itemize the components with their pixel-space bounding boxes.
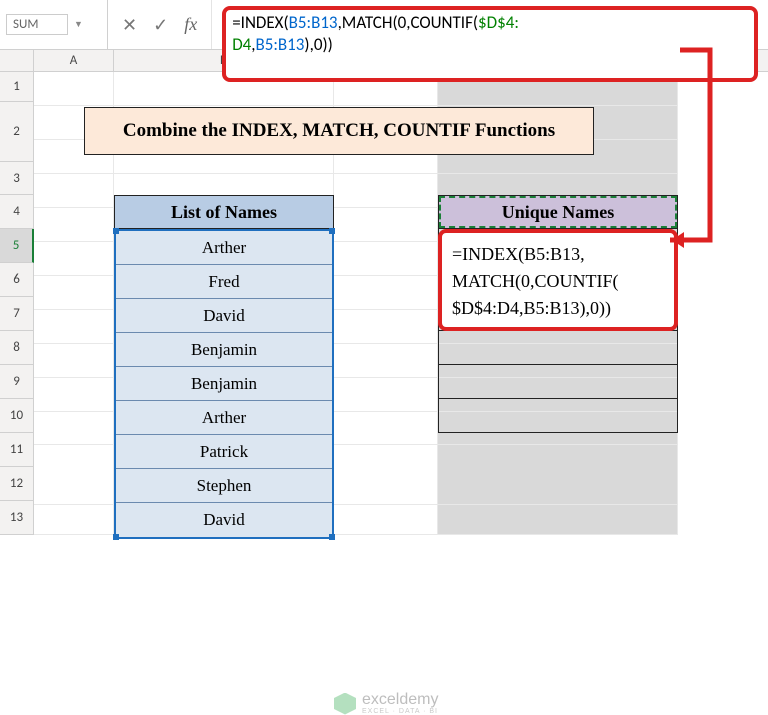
active-cell-formula[interactable]: =INDEX(B5:B13,MATCH(0,COUNTIF($D$4:D4,B5… [438, 229, 678, 331]
cell[interactable] [34, 505, 114, 535]
cell[interactable] [334, 174, 438, 208]
cell[interactable] [334, 344, 438, 378]
cell[interactable] [34, 208, 114, 242]
cell[interactable] [34, 310, 114, 344]
list-item[interactable]: Benjamin [116, 367, 332, 401]
cell[interactable] [34, 378, 114, 412]
row-header-11[interactable]: 11 [0, 433, 33, 467]
name-box[interactable]: SUM [6, 14, 68, 35]
cell[interactable] [34, 242, 114, 276]
row-header-3[interactable]: 3 [0, 162, 33, 195]
row-header-8[interactable]: 8 [0, 331, 33, 365]
row-header-9[interactable]: 9 [0, 365, 33, 399]
watermark-tagline: EXCEL · DATA · BI [362, 708, 438, 715]
row-header-1[interactable]: 1 [0, 72, 33, 102]
list-item[interactable]: David [116, 299, 332, 333]
row-header-13[interactable]: 13 [0, 501, 33, 535]
cell[interactable] [334, 208, 438, 242]
cell[interactable] [334, 445, 438, 505]
cell[interactable] [334, 242, 438, 276]
formula-bar-text[interactable]: =INDEX(B5:B13,MATCH(0,COUNTIF($D$4:D4,B5… [222, 6, 758, 82]
names-table: List of Names ArtherFredDavidBenjaminBen… [114, 195, 334, 539]
unique-table: Unique Names =INDEX(B5:B13,MATCH(0,COUNT… [438, 195, 678, 433]
select-all-corner[interactable] [0, 50, 34, 71]
range-handle-icon [329, 534, 335, 540]
col-header-A[interactable]: A [34, 50, 114, 71]
names-header: List of Names [114, 195, 334, 229]
range-handle-icon [113, 534, 119, 540]
cell[interactable] [34, 412, 114, 445]
unique-header-label: Unique Names [502, 202, 615, 222]
list-item[interactable]: Fred [116, 265, 332, 299]
enter-icon[interactable]: ✓ [153, 14, 168, 36]
names-body: ArtherFredDavidBenjaminBenjaminArtherPat… [114, 229, 334, 539]
watermark-brand: exceldemy [362, 692, 438, 708]
formula-bar[interactable]: =INDEX(B5:B13,MATCH(0,COUNTIF($D$4:D4,B5… [212, 0, 768, 49]
cell[interactable] [34, 174, 114, 208]
formula-bar-area: SUM ▼ ✕ ✓ fx =INDEX(B5:B13,MATCH(0,COUNT… [0, 0, 768, 50]
watermark-logo-icon [334, 693, 356, 715]
page-title: Combine the INDEX, MATCH, COUNTIF Functi… [84, 107, 594, 155]
list-item[interactable]: Patrick [116, 435, 332, 469]
unique-cell[interactable] [439, 365, 677, 399]
unique-cell[interactable] [439, 331, 677, 365]
row-header-10[interactable]: 10 [0, 399, 33, 433]
range-handle-icon [329, 228, 335, 234]
cell[interactable] [34, 445, 114, 505]
unique-cell[interactable] [439, 399, 677, 433]
list-item[interactable]: Arther [116, 231, 332, 265]
cell[interactable] [334, 310, 438, 344]
row-header-2[interactable]: 2 [0, 102, 33, 162]
cell[interactable] [438, 505, 678, 535]
list-item[interactable]: David [116, 503, 332, 537]
cell[interactable] [438, 445, 678, 505]
row-header-5[interactable]: 5 [0, 229, 34, 263]
cell[interactable] [34, 344, 114, 378]
cell[interactable] [334, 378, 438, 412]
cells-area[interactable]: Combine the INDEX, MATCH, COUNTIF Functi… [34, 72, 768, 535]
row-header-4[interactable]: 4 [0, 195, 33, 229]
watermark: exceldemy EXCEL · DATA · BI [334, 692, 438, 715]
cell[interactable] [334, 412, 438, 445]
formula-bar-buttons: ✕ ✓ fx [108, 0, 212, 49]
cell[interactable] [34, 72, 114, 106]
row-header-7[interactable]: 7 [0, 297, 33, 331]
row-header-6[interactable]: 6 [0, 263, 33, 297]
list-item[interactable]: Benjamin [116, 333, 332, 367]
row-header-12[interactable]: 12 [0, 467, 33, 501]
list-item[interactable]: Arther [116, 401, 332, 435]
range-handle-icon [113, 228, 119, 234]
cell[interactable] [334, 505, 438, 535]
cell[interactable] [34, 276, 114, 310]
cell[interactable] [334, 276, 438, 310]
grid: 12345678910111213 Combine the INDEX, MAT… [0, 72, 768, 535]
list-item[interactable]: Stephen [116, 469, 332, 503]
watermark-text: exceldemy EXCEL · DATA · BI [362, 692, 438, 715]
name-box-dropdown-icon[interactable]: ▼ [68, 19, 89, 30]
unique-header: Unique Names [438, 195, 678, 229]
fx-icon[interactable]: fx [184, 14, 197, 35]
row-headers: 12345678910111213 [0, 72, 34, 535]
cancel-icon[interactable]: ✕ [122, 14, 137, 36]
name-box-wrapper: SUM ▼ [0, 0, 108, 49]
